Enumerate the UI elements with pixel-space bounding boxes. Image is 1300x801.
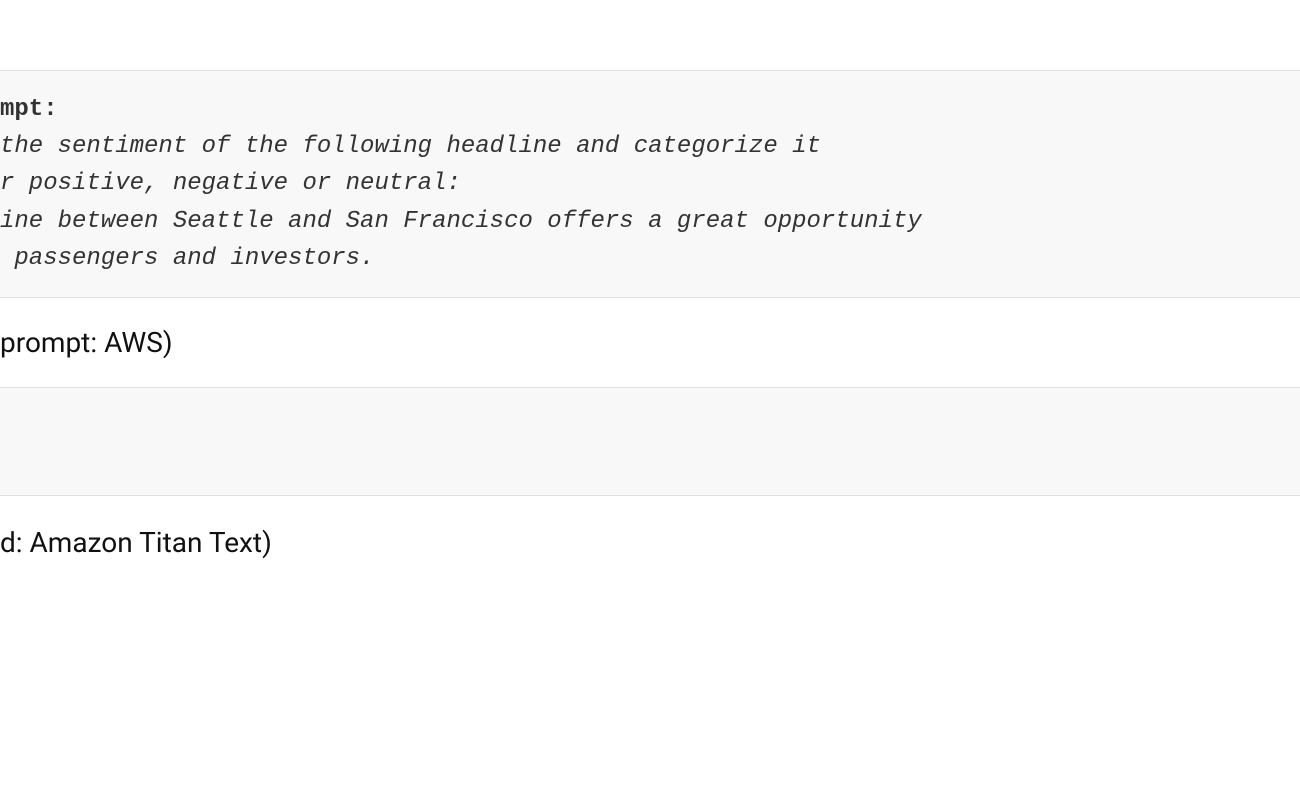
caption-prompt-source: prompt: AWS) — [0, 298, 1300, 388]
code-line-4: ine between Seattle and San Francisco of… — [0, 203, 1300, 240]
caption-model-source: d: Amazon Titan Text) — [0, 496, 1300, 589]
code-line-3: r positive, negative or neutral: — [0, 165, 1300, 202]
output-placeholder-block — [0, 388, 1300, 496]
code-line-5: passengers and investors. — [0, 240, 1300, 277]
code-line-prompt-label: mpt: — [0, 91, 1300, 128]
user-prompt-code-block: mpt: the sentiment of the following head… — [0, 70, 1300, 298]
code-line-2: the sentiment of the following headline … — [0, 128, 1300, 165]
